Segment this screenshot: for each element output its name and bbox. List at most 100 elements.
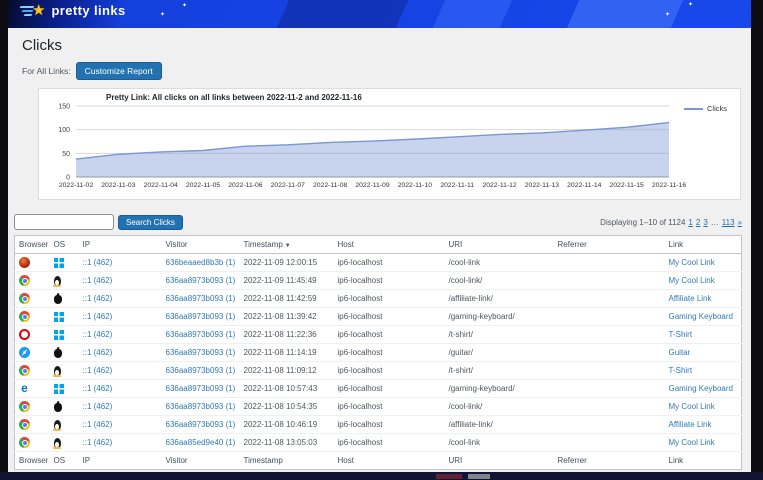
chart-legend: Clicks	[684, 104, 727, 113]
svg-text:2022-11-14: 2022-11-14	[567, 182, 601, 189]
host-cell: ip6-localhost	[334, 416, 445, 434]
sparkle-icon: ✦	[688, 2, 693, 8]
col-footer-visitor[interactable]: Visitor	[162, 452, 240, 470]
col-footer-timestamp[interactable]: Timestamp	[240, 452, 334, 470]
clicks-chart-panel: Pretty Link: All clicks on all links bet…	[38, 88, 741, 200]
pretty-link-link[interactable]: T-Shirt	[669, 366, 693, 375]
taskbar-accent	[468, 474, 490, 479]
svg-text:100: 100	[58, 127, 70, 134]
col-footer-uri[interactable]: URI	[445, 452, 554, 470]
ip-link[interactable]: ::1 (462)	[83, 312, 113, 321]
pagination-ellipsis: …	[711, 218, 719, 227]
col-header-visitor[interactable]: Visitor	[162, 236, 240, 254]
pretty-link-link[interactable]: My Cool Link	[669, 276, 715, 285]
visitor-link[interactable]: 636aa8973b093 (1)	[166, 312, 236, 321]
col-footer-os[interactable]: OS	[50, 452, 79, 470]
col-header-uri[interactable]: URI	[445, 236, 554, 254]
page-link-3[interactable]: 3	[703, 218, 707, 227]
ip-link[interactable]: ::1 (462)	[83, 276, 113, 285]
col-header-referrer[interactable]: Referrer	[554, 236, 665, 254]
timestamp-cell: 2022-11-09 11:45:49	[240, 272, 334, 290]
visitor-link[interactable]: 636aa8973b093 (1)	[166, 366, 236, 375]
visitor-link[interactable]: 636aa8973b093 (1)	[166, 294, 236, 303]
ip-link[interactable]: ::1 (462)	[83, 402, 113, 411]
legend-swatch	[684, 108, 703, 110]
page-link-1[interactable]: 1	[688, 218, 692, 227]
swoosh-icon	[20, 5, 38, 17]
visitor-link[interactable]: 636beaaed8b3b (1)	[166, 258, 236, 267]
host-cell: ip6-localhost	[334, 326, 445, 344]
browser-viewport: ✦ ✦ ✦ ✦ ★ pretty links Clicks For All Li…	[8, 0, 751, 472]
uri-cell: /affiliate-link/	[445, 416, 554, 434]
col-footer-referrer[interactable]: Referrer	[554, 452, 665, 470]
pretty-link-link[interactable]: My Cool Link	[669, 438, 715, 447]
timestamp-cell: 2022-11-08 11:42:59	[240, 290, 334, 308]
visitor-link[interactable]: 636aa8973b093 (1)	[166, 402, 236, 411]
pretty-link-link[interactable]: My Cool Link	[669, 258, 715, 267]
visitor-link[interactable]: 636aa85ed9e40 (1)	[166, 438, 236, 447]
ip-link[interactable]: ::1 (462)	[83, 438, 113, 447]
svg-text:2022-11-15: 2022-11-15	[610, 182, 644, 189]
col-header-host[interactable]: Host	[334, 236, 445, 254]
ip-link[interactable]: ::1 (462)	[83, 348, 113, 357]
uri-cell: /cool-link/	[445, 272, 554, 290]
search-group: Search Clicks	[14, 214, 183, 230]
ip-link[interactable]: ::1 (462)	[83, 420, 113, 429]
chrome-browser-icon	[19, 401, 30, 412]
chrome-browser-icon	[19, 293, 30, 304]
sparkle-icon: ✦	[182, 3, 187, 9]
referrer-cell	[554, 326, 665, 344]
table-row: ::1 (462) 636aa8973b093 (1) 2022-11-09 1…	[15, 272, 742, 290]
edge-browser-icon	[19, 383, 30, 394]
windows-os-icon	[54, 258, 64, 268]
pagination-top: Displaying 1–10 of 1124 1 2 3 … 113 »	[600, 218, 742, 227]
visitor-link[interactable]: 636aa8973b093 (1)	[166, 420, 236, 429]
pretty-link-link[interactable]: T-Shirt	[669, 330, 693, 339]
svg-text:2022-11-10: 2022-11-10	[398, 182, 432, 189]
col-header-browser[interactable]: Browser	[15, 236, 50, 254]
referrer-cell	[554, 272, 665, 290]
search-input[interactable]	[14, 214, 114, 230]
pretty-link-link[interactable]: Gaming Keyboard	[669, 384, 733, 393]
host-cell: ip6-localhost	[334, 272, 445, 290]
col-footer-ip[interactable]: IP	[79, 452, 162, 470]
pretty-link-link[interactable]: My Cool Link	[669, 402, 715, 411]
visitor-link[interactable]: 636aa8973b093 (1)	[166, 330, 236, 339]
visitor-link[interactable]: 636aa8973b093 (1)	[166, 276, 236, 285]
ip-link[interactable]: ::1 (462)	[83, 258, 113, 267]
col-header-timestamp[interactable]: Timestamp▼	[240, 236, 334, 254]
col-header-link[interactable]: Link	[665, 236, 742, 254]
next-page-link[interactable]: »	[738, 218, 742, 227]
sparkle-icon: ✦	[160, 12, 165, 18]
pretty-link-link[interactable]: Affiliate Link	[669, 420, 712, 429]
page-link-2[interactable]: 2	[696, 218, 700, 227]
apple-os-icon	[54, 295, 62, 304]
customize-report-button[interactable]: Customize Report	[76, 62, 162, 80]
uri-cell: /cool-link	[445, 434, 554, 452]
referrer-cell	[554, 290, 665, 308]
chrome-browser-icon	[19, 437, 30, 448]
visitor-link[interactable]: 636aa8973b093 (1)	[166, 384, 236, 393]
chrome-browser-icon	[19, 275, 30, 286]
pretty-link-link[interactable]: Gaming Keyboard	[669, 312, 733, 321]
pretty-link-link[interactable]: Affiliate Link	[669, 294, 712, 303]
search-clicks-button[interactable]: Search Clicks	[118, 215, 183, 230]
ip-link[interactable]: ::1 (462)	[83, 366, 113, 375]
col-header-ip[interactable]: IP	[79, 236, 162, 254]
page-link-last[interactable]: 113	[722, 218, 735, 227]
ip-link[interactable]: ::1 (462)	[83, 384, 113, 393]
filter-label: For All Links:	[22, 66, 71, 76]
col-footer-link[interactable]: Link	[665, 452, 742, 470]
col-header-os[interactable]: OS	[50, 236, 79, 254]
col-footer-host[interactable]: Host	[334, 452, 445, 470]
pretty-links-banner: ✦ ✦ ✦ ✦ ★ pretty links	[8, 0, 751, 28]
ip-link[interactable]: ::1 (462)	[83, 330, 113, 339]
visitor-link[interactable]: 636aa8973b093 (1)	[166, 348, 236, 357]
pretty-link-link[interactable]: Guitar	[669, 348, 691, 357]
table-row: ::1 (462) 636aa8973b093 (1) 2022-11-08 1…	[15, 416, 742, 434]
col-footer-browser[interactable]: Browser	[15, 452, 50, 470]
svg-text:150: 150	[58, 104, 70, 111]
ip-link[interactable]: ::1 (462)	[83, 294, 113, 303]
timestamp-cell: 2022-11-08 11:22:36	[240, 326, 334, 344]
svg-text:2022-11-12: 2022-11-12	[482, 182, 516, 189]
